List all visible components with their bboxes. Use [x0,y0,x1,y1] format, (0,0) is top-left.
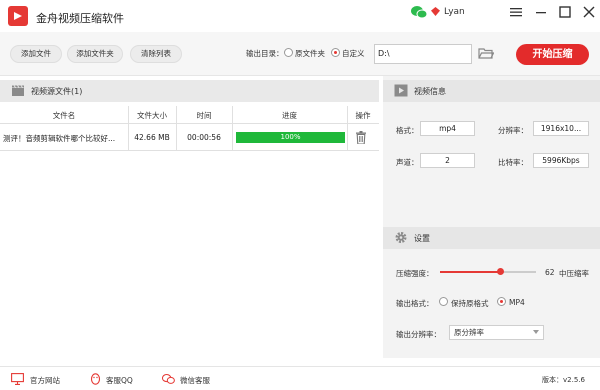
slider-handle[interactable] [496,268,504,275]
channels-value: 2 [420,153,475,168]
film-clapper-icon [12,85,24,96]
file-list-title: 视频源文件(1) [31,87,83,96]
close-icon[interactable] [582,5,596,19]
radio-source-folder-label: 原文件夹 [295,49,325,58]
minimize-icon[interactable] [534,5,548,19]
right-panel [383,76,600,358]
format-value: mp4 [420,121,475,136]
output-format-label: 输出格式： [396,299,434,308]
start-compress-button[interactable]: 开始压缩 [516,44,589,65]
slider-fill [440,271,500,273]
file-name: 测评！音频剪辑软件哪个比较好... [3,134,116,143]
radio-source-folder[interactable] [284,48,293,57]
settings-header: 设置 [383,227,600,249]
folder-open-icon[interactable] [478,47,494,60]
output-path-input[interactable]: D:\ [374,44,472,64]
progress-text: 100% [280,133,301,141]
add-file-button[interactable]: 添加文件 [10,45,62,63]
vip-diamond-icon [431,7,440,16]
output-resolution-select[interactable]: 原分辨率 [449,325,544,340]
strength-level: 中压缩率 [559,269,589,278]
chevron-down-icon [533,330,539,334]
title-bar: 金舟视频压缩软件 Lyan [0,0,600,32]
app-logo-icon [8,6,28,26]
radio-mp4-label: MP4 [509,298,525,307]
compression-slider[interactable] [440,268,536,275]
settings-title: 设置 [414,234,430,243]
play-box-icon [394,84,408,97]
username[interactable]: Lyan [444,7,465,17]
channels-label: 声道： [396,158,419,167]
col-time: 时间 [196,111,212,120]
table-row[interactable]: 测评！音频剪辑软件哪个比较好... 42.66 MB 00:00:56 100% [0,124,379,151]
qq-penguin-icon [90,373,101,385]
strength-label: 压缩强度： [396,269,434,278]
resolution-value: 1916x10... [533,121,589,136]
monitor-icon [11,373,24,385]
radio-custom-folder-label: 自定义 [342,49,365,58]
wechat-icon[interactable] [411,5,427,19]
wechat-support-link[interactable]: 微信客服 [180,375,210,386]
col-filename: 文件名 [52,111,76,120]
maximize-icon[interactable] [558,5,572,19]
col-progress: 进度 [282,111,297,120]
app-title: 金舟视频压缩软件 [36,12,124,25]
output-resolution-label: 输出分辨率： [396,330,441,339]
add-folder-button[interactable]: 添加文件夹 [67,45,123,63]
file-time: 00:00:56 [187,133,221,142]
video-info-header: 视频信息 [383,80,600,102]
format-label: 格式： [396,126,419,135]
gear-icon [395,232,407,243]
output-dir-label: 输出目录： [246,49,284,58]
toolbar: 添加文件 添加文件夹 清除列表 输出目录： 原文件夹 自定义 D:\ 开始压缩 [0,32,600,76]
col-filesize: 文件大小 [137,111,167,120]
strength-value: 62 [545,268,555,277]
radio-custom-folder[interactable] [331,48,340,57]
bitrate-label: 比特率： [498,158,528,167]
menu-icon[interactable] [509,5,523,19]
trash-icon[interactable] [356,131,366,144]
resolution-label: 分辨率： [498,126,528,135]
footer: 官方网站 客服QQ 微信客服 版本：v2.5.6 [0,366,600,390]
official-website-link[interactable]: 官方网站 [30,375,60,386]
file-list-header: 视频源文件(1) [0,80,379,102]
radio-keep-format[interactable] [439,297,448,306]
clear-list-button[interactable]: 清除列表 [130,45,182,63]
file-size: 42.66 MB [134,133,170,142]
col-action: 操作 [355,111,371,120]
radio-keep-format-label: 保持原格式 [451,299,489,308]
bitrate-value: 5996Kbps [533,153,589,168]
file-table-header: 文件名 文件大小 时间 进度 操作 [0,106,379,124]
support-qq-link[interactable]: 客服QQ [106,375,133,386]
progress-bar: 100% [236,132,345,143]
version-label: 版本：v2.5.6 [542,376,585,384]
radio-mp4[interactable] [497,297,506,306]
video-info-title: 视频信息 [414,87,446,96]
output-resolution-value: 原分辨率 [454,328,484,337]
wechat-support-icon [162,374,175,384]
